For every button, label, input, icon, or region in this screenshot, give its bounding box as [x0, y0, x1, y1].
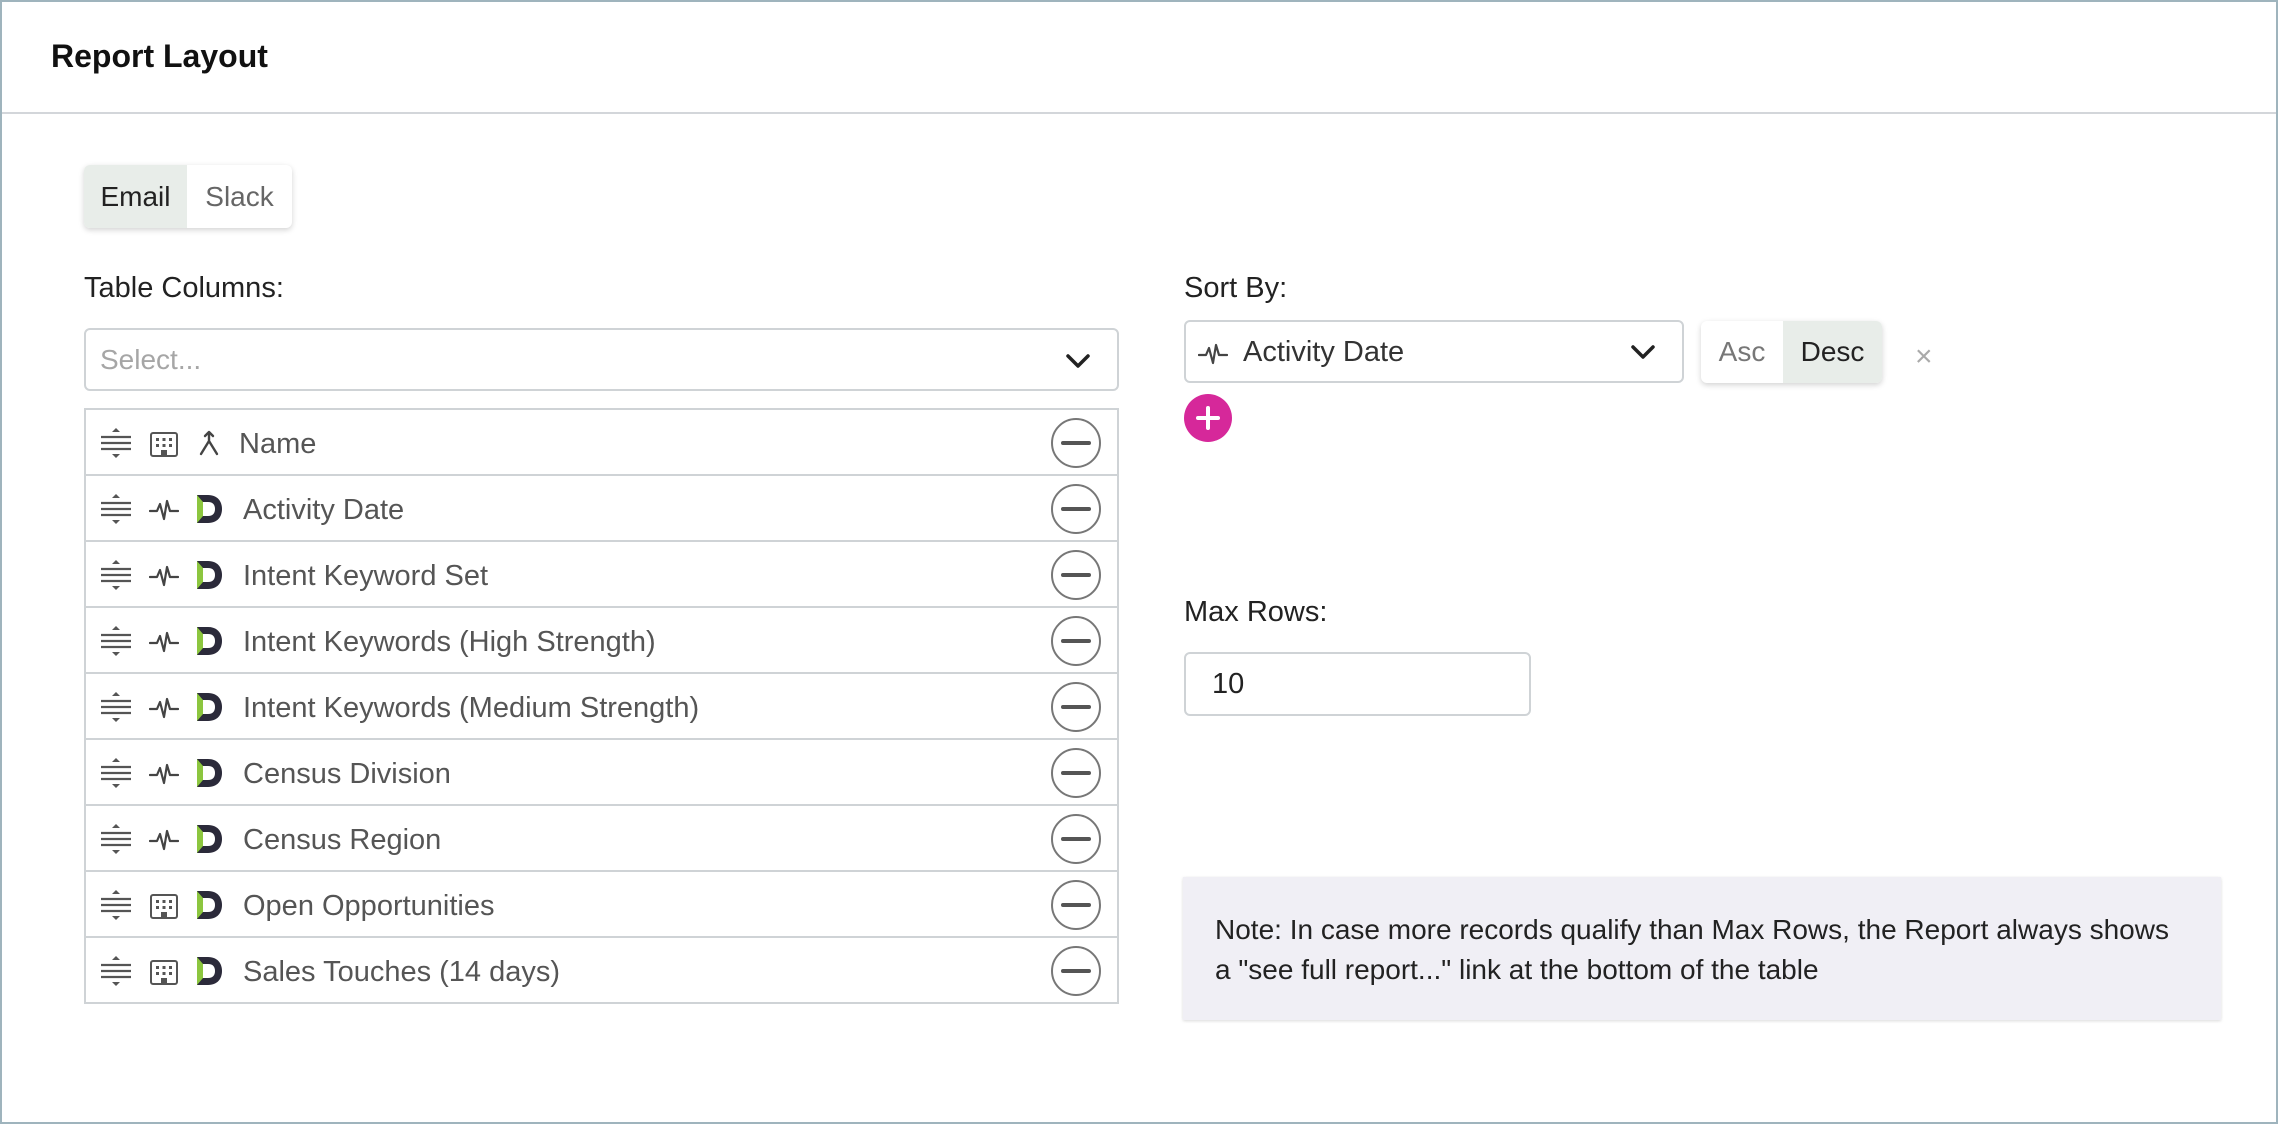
channel-toggle: Email Slack — [84, 165, 292, 228]
column-row: Intent Keywords (Medium Strength) — [86, 674, 1117, 740]
column-select-placeholder: Select... — [100, 344, 202, 375]
building-icon — [149, 891, 179, 921]
building-icon — [149, 429, 179, 459]
table-columns-label: Table Columns: — [84, 272, 284, 304]
asc-button[interactable]: Asc — [1701, 321, 1783, 383]
drag-handle-icon[interactable] — [100, 955, 132, 987]
column-row: Activity Date — [86, 476, 1117, 542]
drag-handle-icon[interactable] — [100, 427, 132, 459]
column-name: Intent Keywords (Medium Strength) — [243, 692, 700, 724]
drag-handle-icon[interactable] — [100, 757, 132, 789]
max-rows-label: Max Rows: — [1184, 596, 1328, 628]
column-row: Intent Keywords (High Strength) — [86, 608, 1117, 674]
column-row: Name — [86, 410, 1117, 476]
column-name: Census Region — [243, 824, 442, 856]
remove-column-button[interactable] — [1051, 484, 1101, 534]
d-logo-icon — [194, 559, 224, 591]
report-layout-panel: Report Layout Email Slack Table Columns:… — [0, 0, 2278, 1124]
drag-handle-icon[interactable] — [100, 889, 132, 921]
activity-pulse-icon — [148, 825, 180, 855]
activity-pulse-icon — [148, 495, 180, 525]
remove-column-button[interactable] — [1051, 946, 1101, 996]
d-logo-icon — [194, 757, 224, 789]
column-name: Name — [239, 428, 317, 460]
note-box: Note: In case more records qualify than … — [1183, 877, 2221, 1020]
page-title: Report Layout — [51, 38, 268, 74]
d-logo-icon — [194, 823, 224, 855]
d-logo-icon — [194, 625, 224, 657]
drag-handle-icon[interactable] — [100, 559, 132, 591]
remove-column-button[interactable] — [1051, 616, 1101, 666]
panel-header: Report Layout — [2, 2, 2276, 114]
building-icon — [149, 957, 179, 987]
drag-handle-icon[interactable] — [100, 823, 132, 855]
merge-icon — [194, 427, 224, 459]
sort-direction-toggle: Asc Desc — [1701, 321, 1882, 383]
activity-pulse-icon — [148, 561, 180, 591]
column-list: Name Activity Date Intent Keyword Set Inten… — [84, 408, 1119, 1004]
remove-column-button[interactable] — [1051, 550, 1101, 600]
sort-by-label: Sort By: — [1184, 272, 1288, 304]
d-logo-icon — [194, 889, 224, 921]
chevron-down-icon — [1631, 345, 1655, 359]
column-name: Sales Touches (14 days) — [243, 956, 561, 988]
remove-column-button[interactable] — [1051, 748, 1101, 798]
remove-column-button[interactable] — [1051, 814, 1101, 864]
desc-button[interactable]: Desc — [1783, 321, 1882, 383]
clear-sort-icon[interactable]: × — [1915, 340, 1933, 374]
drag-handle-icon[interactable] — [100, 691, 132, 723]
remove-column-button[interactable] — [1051, 682, 1101, 732]
sort-field-value: Activity Date — [1243, 336, 1405, 368]
column-name: Intent Keyword Set — [243, 560, 489, 592]
column-name: Open Opportunities — [243, 890, 495, 922]
max-rows-input[interactable] — [1184, 652, 1531, 716]
column-row: Sales Touches (14 days) — [86, 938, 1117, 1004]
d-logo-icon — [194, 691, 224, 723]
column-row: Census Division — [86, 740, 1117, 806]
column-row: Census Region — [86, 806, 1117, 872]
sort-field-select[interactable]: Activity Date — [1184, 320, 1684, 383]
d-logo-icon — [194, 955, 224, 987]
drag-handle-icon[interactable] — [100, 493, 132, 525]
activity-pulse-icon — [148, 627, 180, 657]
activity-pulse-icon — [148, 759, 180, 789]
column-select[interactable]: Select... — [84, 328, 1119, 391]
d-logo-icon — [194, 493, 224, 525]
email-tab[interactable]: Email — [84, 165, 187, 228]
add-sort-button[interactable] — [1184, 394, 1232, 442]
column-name: Intent Keywords (High Strength) — [243, 626, 656, 658]
remove-column-button[interactable] — [1051, 418, 1101, 468]
activity-pulse-icon — [1198, 343, 1228, 365]
activity-pulse-icon — [148, 693, 180, 723]
column-name: Census Division — [243, 758, 451, 790]
drag-handle-icon[interactable] — [100, 625, 132, 657]
column-row: Intent Keyword Set — [86, 542, 1117, 608]
column-name: Activity Date — [243, 494, 405, 526]
remove-column-button[interactable] — [1051, 880, 1101, 930]
slack-tab[interactable]: Slack — [187, 165, 292, 228]
chevron-down-icon — [1066, 354, 1090, 368]
column-row: Open Opportunities — [86, 872, 1117, 938]
